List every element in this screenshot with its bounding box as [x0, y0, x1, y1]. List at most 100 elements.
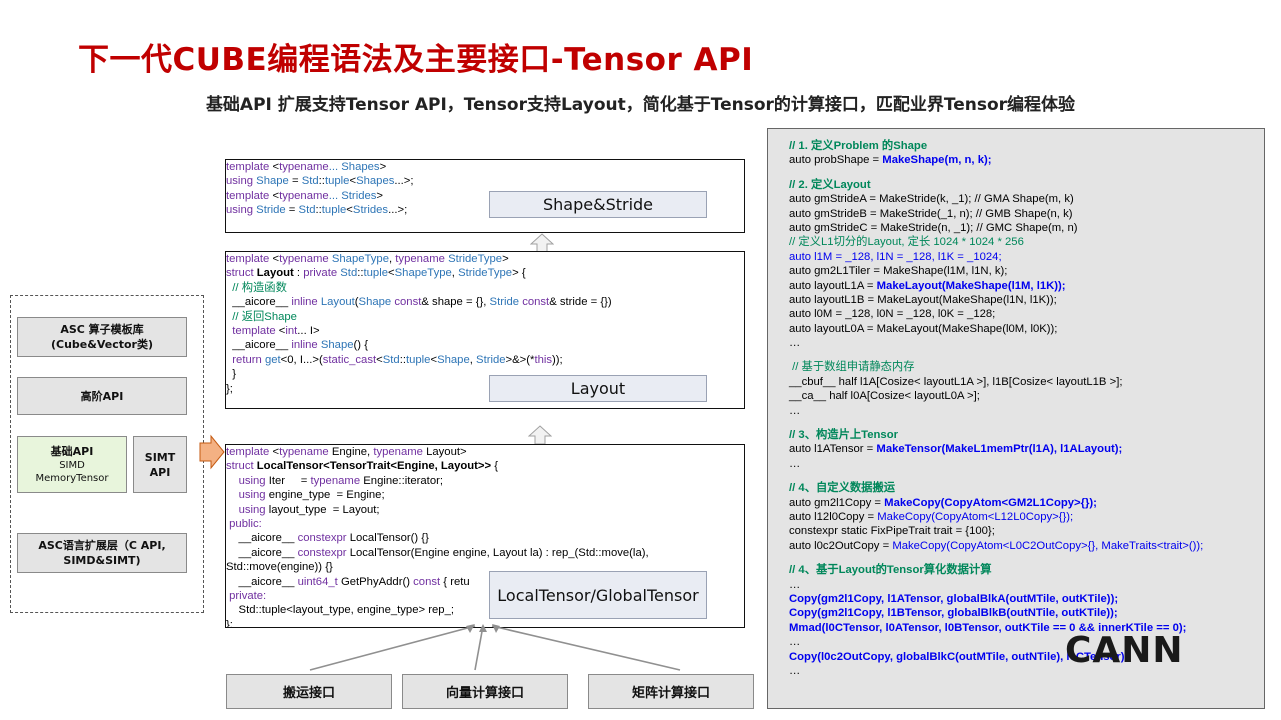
code-token: private:: [226, 589, 267, 602]
code-token: __aicore__: [226, 339, 292, 352]
code-line: auto layoutL1B = MakeLayout(MakeShape(l1…: [789, 293, 1264, 307]
code-token: ... Shapes: [328, 161, 380, 173]
connector-line: [491, 625, 681, 671]
code-token: // 2. 定义Layout: [789, 178, 871, 191]
code-line: auto l1ATensor = MakeTensor(MakeL1memPtr…: [789, 442, 1264, 456]
code-token: ShapeType: [331, 253, 390, 265]
code-token: Std::tuple<layout_type, engine_type> rep…: [226, 604, 454, 617]
code-line: auto gmStrideB = MakeStride(_1, n); // G…: [789, 207, 1264, 221]
basic-api-box: 基础API SIMD MemoryTensor: [17, 436, 127, 493]
code-token: }: [226, 368, 237, 381]
code-token: };: [226, 382, 233, 395]
up-arrow-icon: [528, 425, 552, 445]
code-token: // 基于数组申请静态内存: [789, 361, 915, 374]
code-token: // 4、基于Layout的Tensor算化数据计算: [789, 564, 992, 577]
code-token: MakeCopy(CopyAtom<L12L0Copy>{});: [877, 510, 1074, 523]
code-token: Layout: [320, 296, 355, 309]
connector-line: [474, 625, 484, 671]
code-token: // 4、自定义数据搬运: [789, 482, 896, 495]
asc-template-lib-label: ASC 算子模板库: [60, 323, 144, 336]
code-token: __aicore__: [226, 296, 292, 309]
code-token: …: [789, 664, 801, 677]
code-token: };: [226, 618, 233, 628]
code-token: static_cast: [322, 353, 377, 366]
code-token: private: [303, 267, 341, 280]
code-line: …: [789, 635, 1264, 649]
code-token: Stride: [256, 204, 286, 217]
layout-label: Layout: [489, 375, 707, 402]
pointer-arrow-icon: [199, 434, 225, 470]
code-token: auto layoutL1B = MakeLayout(MakeShape(l1…: [789, 293, 1057, 306]
code-line: auto l1M = _128, l1N = _128, l1K = _1024…: [789, 250, 1264, 264]
basic-api-simd: SIMD: [59, 460, 85, 471]
code-token: …: [789, 404, 801, 417]
code-token: auto l1ATensor =: [789, 443, 877, 456]
code-token: { retu: [443, 575, 470, 588]
basic-api-memtensor: MemoryTensor: [35, 473, 109, 484]
code-line: template <typename ShapeType, typename S…: [226, 252, 744, 266]
code-token: inline: [291, 296, 321, 309]
code-token: LocalTensor() {}: [349, 532, 429, 545]
code-token: template: [226, 189, 273, 202]
code-line: __aicore__ constexpr LocalTensor() {}: [226, 531, 744, 545]
code-token: template: [226, 253, 273, 265]
code-token: const: [394, 296, 422, 309]
code-line: return get<0, I...>(static_cast<Std::tup…: [226, 353, 744, 367]
code-token: =: [285, 204, 299, 217]
code-line: auto gm2l1Copy = MakeCopy(CopyAtom<GM2L1…: [789, 496, 1264, 510]
code-token: <0, I...>(: [280, 353, 323, 366]
code-token: ... Strides: [328, 189, 377, 202]
code-token: …: [789, 578, 801, 591]
code-line: // 3、构造片上Tensor: [789, 428, 1264, 442]
code-token: StrideType: [458, 267, 513, 280]
right-code-panel: // 1. 定义Problem 的Shape auto probShape = M…: [767, 128, 1265, 709]
code-token: Std: [298, 204, 316, 217]
code-line: …: [789, 404, 1264, 418]
code-token: =: [288, 175, 302, 188]
basic-api-label: 基础API: [50, 445, 94, 458]
code-token: auto l0M = _128, l0N = _128, l0K = _128;: [789, 308, 996, 321]
code-token: using: [238, 503, 269, 516]
code-token: ...>;: [394, 175, 414, 188]
code-token: __aicore__: [226, 532, 298, 545]
code-token: const: [413, 575, 444, 588]
code-token: __cbuf__ half l1A[Cosize< layoutL1A >], …: [789, 375, 1123, 388]
asc-extension-layer-box: ASC语言扩展层（C API, SIMD&SIMT): [17, 533, 187, 573]
cann-logo: CANN: [1065, 630, 1184, 671]
code-token: engine_type = Engine;: [268, 489, 385, 502]
code-token: Iter =: [268, 474, 311, 487]
code-token: using: [238, 489, 269, 502]
matrix-compute-interface-box: 矩阵计算接口: [588, 674, 754, 709]
code-token: GetPhyAddr(): [340, 575, 414, 588]
simt-api-label-1: SIMT: [144, 450, 176, 464]
code-line: // 基于数组申请静态内存: [789, 360, 1264, 374]
code-token: layout_type = Layout;: [268, 503, 380, 516]
code-token: using: [226, 204, 257, 217]
code-token: () {: [353, 339, 368, 352]
code-token: auto l0c2OutCopy =: [789, 539, 893, 552]
arrow-head-icon: [492, 624, 500, 633]
code-token: tuple: [321, 204, 347, 217]
simt-api-label-2: API: [149, 465, 171, 479]
code-token: Shapes: [356, 175, 395, 188]
code-token: auto l12l0Copy =: [789, 510, 878, 523]
code-token: ... I>: [297, 324, 320, 337]
code-line: constexpr static FixPipeTrait trait = {1…: [789, 524, 1264, 538]
code-token: typename: [279, 161, 329, 173]
code-line: auto l12l0Copy = MakeCopy(CopyAtom<L12L0…: [789, 510, 1264, 524]
asc-template-lib-box: ASC 算子模板库 (Cube&Vector类): [17, 317, 187, 357]
code-token: auto gm2l1Copy =: [789, 496, 885, 509]
code-line: // 1. 定义Problem 的Shape: [789, 139, 1264, 153]
code-token: >: [379, 161, 387, 173]
code-token: Layout: [256, 267, 294, 280]
code-line: struct Layout : private Std::tuple<Shape…: [226, 266, 744, 280]
code-line: auto layoutL1A = MakeLayout(MakeShape(l1…: [789, 279, 1264, 293]
code-token: Std: [301, 175, 319, 188]
code-line: auto gm2L1Tiler = MakeShape(l1M, l1N, k)…: [789, 264, 1264, 278]
vector-compute-interface-box: 向量计算接口: [402, 674, 568, 709]
code-line: Mmad(l0CTensor, l0ATensor, l0BTensor, ou…: [789, 621, 1264, 635]
code-token: template: [226, 446, 273, 458]
code-token: Layout>: [426, 446, 467, 458]
code-token: Copy(gm2l1Copy, l1BTensor, globalBlkB(ou…: [789, 607, 1118, 620]
